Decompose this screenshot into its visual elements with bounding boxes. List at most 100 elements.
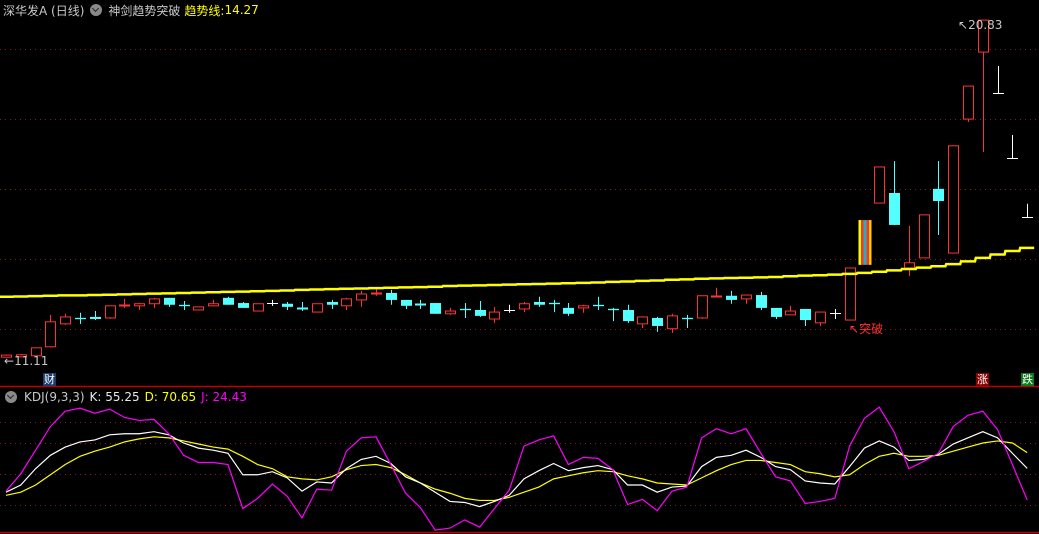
candle-body — [637, 316, 648, 325]
candle — [1007, 135, 1018, 159]
indicator-name[interactable]: 神剑趋势突破 — [108, 2, 180, 19]
candle-body — [519, 303, 530, 310]
candle-body — [933, 188, 944, 201]
candle — [238, 301, 249, 308]
candle — [889, 161, 900, 225]
candle-body — [578, 305, 589, 309]
indicator-dropdown-icon[interactable] — [90, 4, 103, 16]
candle — [356, 290, 367, 307]
candle — [534, 296, 545, 307]
candle-body — [726, 295, 737, 300]
candle — [460, 303, 471, 318]
candle — [637, 316, 648, 329]
candle-body — [327, 301, 338, 305]
finance-badge[interactable]: 财 — [43, 373, 56, 386]
candle-body — [785, 310, 796, 316]
candle — [327, 299, 338, 309]
candle — [948, 145, 959, 254]
candle — [933, 161, 944, 236]
down-badge[interactable]: 跌 — [1021, 373, 1034, 386]
candle — [475, 300, 486, 317]
candle-body — [919, 214, 930, 259]
candle-body — [90, 316, 101, 320]
candle-body — [697, 295, 708, 319]
candle — [711, 287, 722, 298]
candle — [119, 298, 130, 308]
candle-body — [253, 303, 264, 312]
candle — [60, 313, 71, 325]
candlesticks — [1, 19, 1033, 358]
trend-value: 14.27 — [224, 3, 259, 17]
kdj-j-value: J: 24.43 — [201, 389, 247, 404]
candle — [815, 311, 826, 326]
candle — [978, 19, 989, 153]
candle — [179, 300, 190, 310]
candle — [223, 296, 234, 305]
kdj-label[interactable]: KDJ(9,3,3) — [24, 390, 85, 404]
candle-body — [341, 298, 352, 307]
up-badge[interactable]: 涨 — [976, 373, 989, 386]
candle-body — [193, 306, 204, 311]
candle — [341, 297, 352, 310]
candle — [874, 166, 885, 204]
candle — [963, 85, 974, 122]
candle-body — [563, 307, 574, 314]
candle — [504, 304, 515, 313]
candle — [667, 313, 678, 333]
candle-body — [771, 307, 782, 317]
candle — [578, 304, 589, 313]
candle — [149, 297, 160, 308]
candle — [800, 308, 811, 326]
candle — [756, 291, 767, 310]
breakout-bar — [858, 220, 872, 265]
kdj-j-line — [5, 406, 1028, 531]
stock-chart[interactable] — [0, 0, 1039, 534]
candle — [697, 295, 708, 320]
chart-header: 深华发A (日线) 神剑趋势突破 趋势线: 14.27 — [3, 2, 259, 18]
candle — [75, 312, 86, 324]
candle-body — [149, 298, 160, 305]
candle — [267, 299, 278, 306]
candle — [845, 267, 856, 321]
min-price-label: ←11.11 — [4, 354, 48, 368]
candle — [193, 306, 204, 311]
candle-body — [238, 303, 249, 308]
candle-body — [223, 297, 234, 305]
candle — [253, 303, 264, 312]
candle — [858, 220, 872, 265]
candle-body — [105, 305, 116, 319]
breakout-label: ↖突破 — [849, 320, 883, 337]
candle-body — [430, 303, 441, 314]
kdj-k-value: K: 55.25 — [89, 389, 140, 404]
candle — [593, 296, 604, 310]
candle — [563, 303, 574, 316]
trend-line — [0, 246, 1035, 299]
arrow-icon: ↖ — [849, 322, 860, 336]
candle-body — [948, 145, 959, 254]
candle — [45, 314, 56, 348]
max-price-label: ↖20.83 — [958, 18, 1002, 32]
trend-line-path — [0, 246, 1035, 299]
candle — [608, 307, 619, 322]
candle-body — [889, 193, 900, 225]
max-price-value: 20.83 — [968, 18, 1003, 32]
candle — [549, 299, 560, 313]
trend-label: 趋势线: — [184, 3, 225, 18]
candle — [785, 305, 796, 316]
candle — [682, 314, 693, 329]
candle — [415, 299, 426, 309]
candle-body — [282, 303, 293, 307]
candle-body — [756, 295, 767, 308]
candle-body — [164, 297, 175, 305]
candle-body — [800, 308, 811, 321]
candle-body — [489, 311, 500, 320]
candle-body — [623, 309, 634, 322]
candle — [312, 303, 323, 313]
candle — [1022, 203, 1033, 218]
candle-body — [401, 299, 412, 306]
candle — [297, 301, 308, 312]
candle-body — [874, 166, 885, 204]
candle-body — [386, 292, 397, 300]
candle — [919, 214, 930, 259]
kdj-dropdown-icon[interactable] — [5, 390, 17, 403]
